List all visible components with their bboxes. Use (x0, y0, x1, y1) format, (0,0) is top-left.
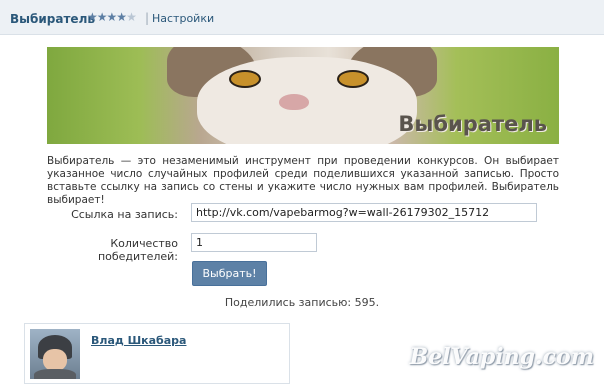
rating-stars: ★★★★★ (87, 10, 137, 24)
star-empty-icon: ★ (126, 10, 137, 24)
app-banner: Выбиратель (47, 47, 559, 144)
banner-title: Выбиратель (398, 112, 547, 136)
post-link-input[interactable] (191, 203, 537, 222)
avatar-face (43, 349, 67, 371)
star-icon: ★ (106, 10, 118, 24)
shared-count: Поделились записью: 595. (224, 296, 380, 309)
winners-count-label: Количество победителей: (97, 237, 178, 263)
app-title[interactable]: Выбиратель (10, 12, 95, 26)
star-icon: ★ (87, 10, 98, 24)
cat-nose (279, 94, 309, 110)
winner-name-link[interactable]: Влад Шкабара (91, 334, 186, 347)
star-icon: ★ (116, 10, 127, 24)
choose-button[interactable]: Выбрать! (192, 261, 267, 286)
app-description: Выбиратель — это незаменимый инструмент … (47, 155, 559, 206)
winners-count-input[interactable] (191, 233, 317, 252)
settings-link[interactable]: Настройки (152, 12, 214, 25)
cat-eye (337, 70, 369, 88)
top-bar: Выбиратель ★★★★★ | Настройки (0, 0, 604, 35)
avatar-coat (34, 369, 76, 379)
star-icon: ★ (96, 10, 108, 24)
winner-card: Влад Шкабара (24, 323, 290, 384)
separator: | (145, 11, 150, 25)
link-label: Ссылка на запись: (71, 208, 178, 221)
cat-eye (229, 70, 261, 88)
avatar[interactable] (30, 329, 80, 379)
watermark: BelVaping.com (409, 344, 594, 370)
